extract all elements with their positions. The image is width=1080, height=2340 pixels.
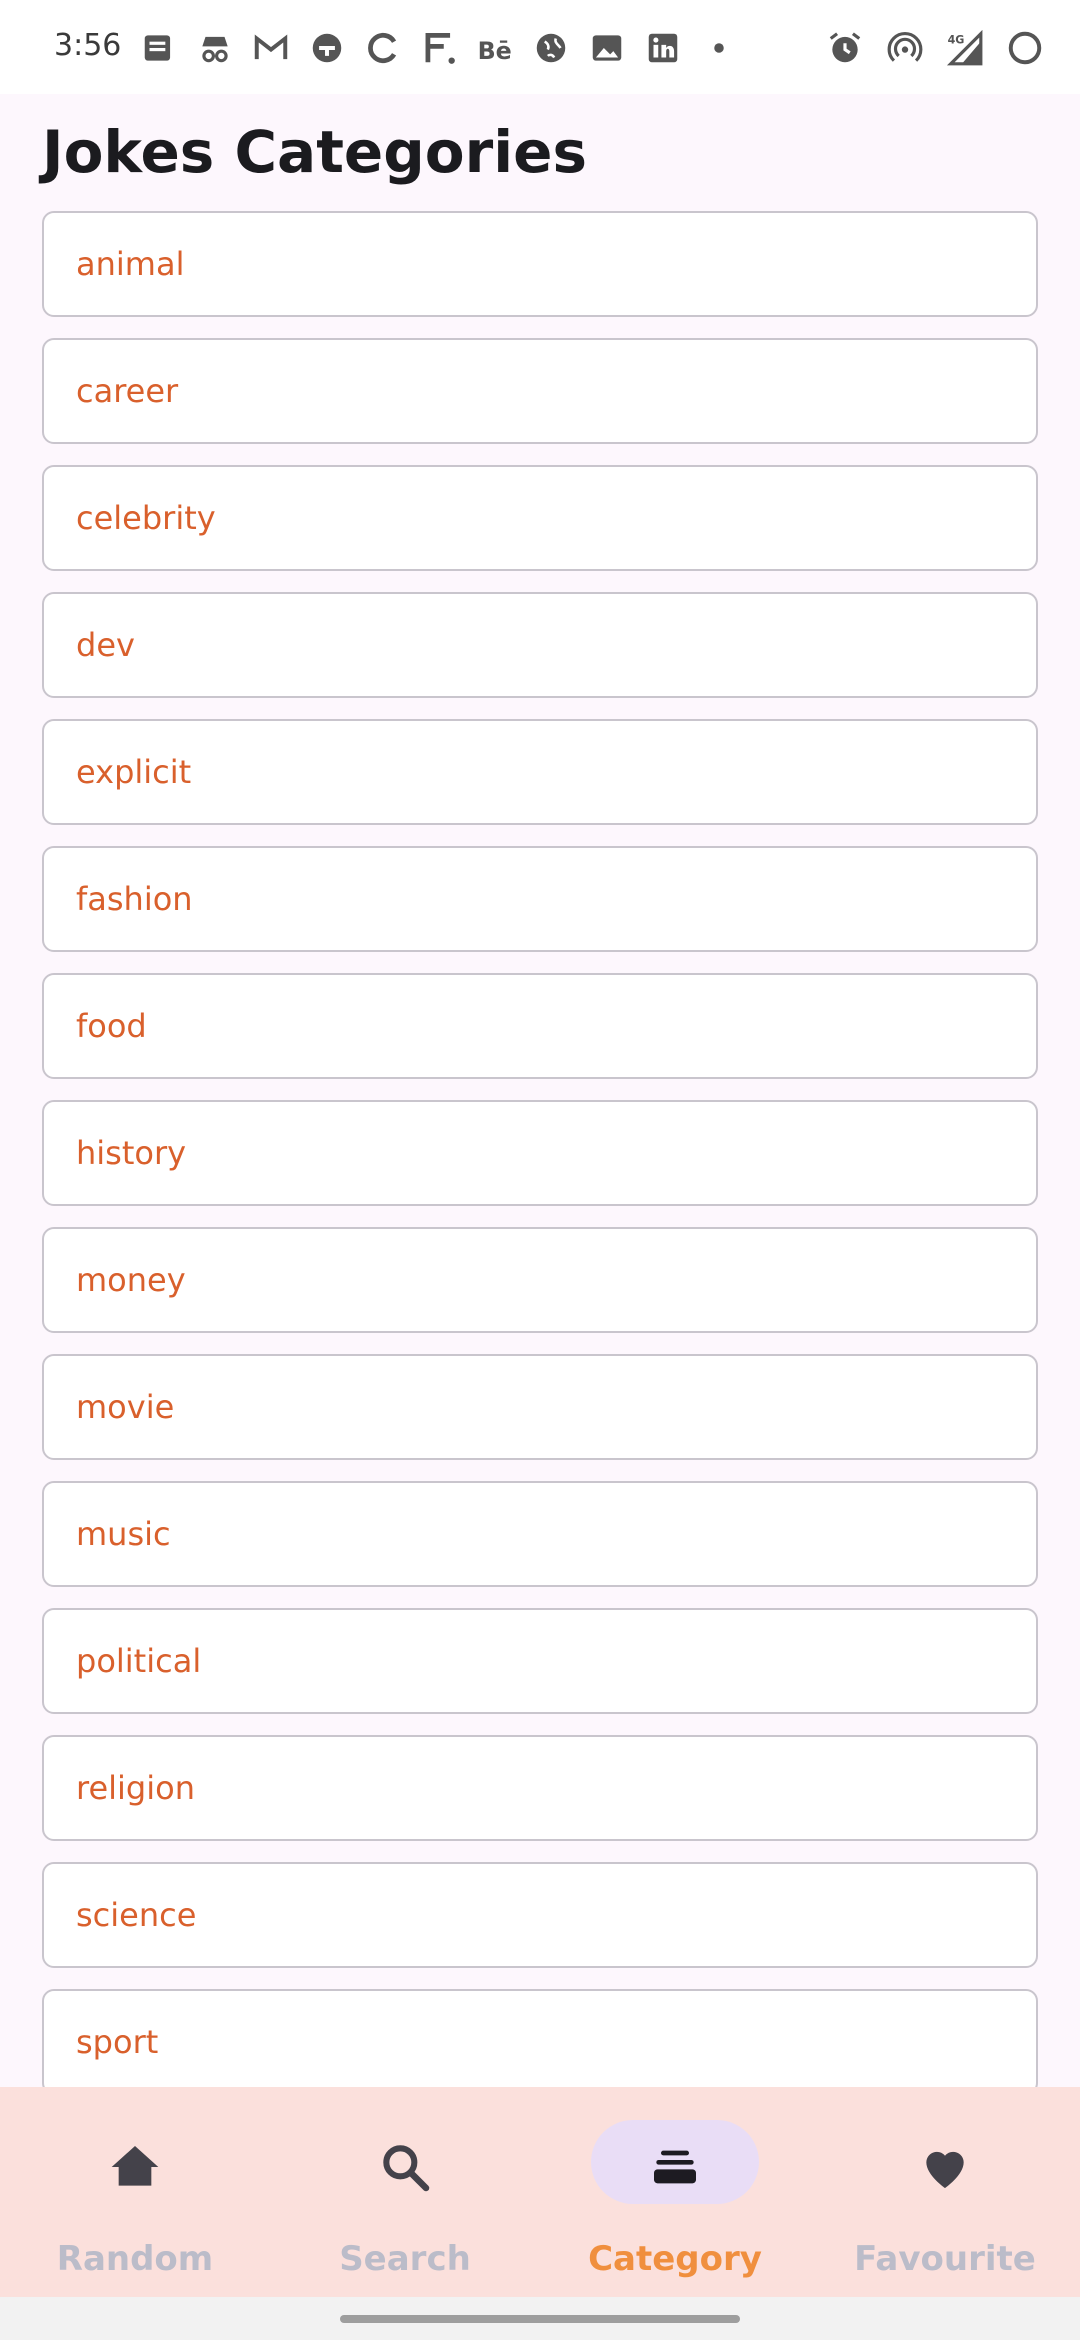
category-item[interactable]: money bbox=[42, 1227, 1038, 1333]
category-label: explicit bbox=[76, 753, 192, 791]
globe-icon bbox=[536, 33, 566, 63]
page-title: Jokes Categories bbox=[42, 118, 587, 186]
category-item[interactable]: movie bbox=[42, 1354, 1038, 1460]
nav-category[interactable]: Category bbox=[540, 2087, 810, 2297]
category-icon bbox=[654, 2150, 696, 2184]
gesture-handle[interactable] bbox=[340, 2315, 740, 2323]
category-item[interactable]: career bbox=[42, 338, 1038, 444]
category-item[interactable]: animal bbox=[42, 211, 1038, 317]
category-item[interactable]: dev bbox=[42, 592, 1038, 698]
gmail-icon bbox=[254, 34, 288, 60]
vpn-icon bbox=[312, 33, 342, 63]
category-label: sport bbox=[76, 2023, 159, 2061]
f-app-icon bbox=[425, 32, 455, 64]
category-label: political bbox=[76, 1642, 202, 1680]
nav-favourite[interactable]: Favourite bbox=[810, 2087, 1080, 2297]
category-label: dev bbox=[76, 626, 135, 664]
signal-4g-icon: 4G bbox=[946, 29, 983, 66]
home-icon bbox=[111, 2146, 159, 2186]
battery-icon bbox=[1008, 31, 1042, 65]
linkedin-icon bbox=[648, 33, 678, 63]
sync-icon bbox=[368, 33, 397, 63]
status-time: 3:56 bbox=[54, 28, 122, 63]
category-item[interactable]: sport bbox=[42, 1989, 1038, 2087]
category-item[interactable]: political bbox=[42, 1608, 1038, 1714]
category-label: history bbox=[76, 1134, 187, 1172]
dot-icon bbox=[714, 43, 724, 53]
notification-icons: Bē bbox=[140, 26, 738, 70]
category-list[interactable]: animal career celebrity dev explicit fashion f… bbox=[42, 211, 1038, 2087]
hotspot-icon bbox=[887, 32, 923, 62]
category-label: music bbox=[76, 1515, 171, 1553]
svg-text:Bē: Bē bbox=[478, 37, 512, 65]
network-type: 4G bbox=[948, 33, 965, 46]
behance-icon: Bē bbox=[478, 37, 512, 65]
nav-label: Favourite bbox=[854, 2239, 1036, 2279]
incognito-icon bbox=[202, 36, 228, 63]
category-label: science bbox=[76, 1896, 197, 1934]
nav-search[interactable]: Search bbox=[270, 2087, 540, 2297]
category-item[interactable]: explicit bbox=[42, 719, 1038, 825]
category-label: career bbox=[76, 372, 179, 410]
system-icons: 4G bbox=[826, 26, 1044, 70]
image-icon bbox=[592, 35, 622, 61]
category-label: food bbox=[76, 1007, 147, 1045]
alarm-icon bbox=[829, 32, 861, 63]
category-item[interactable]: fashion bbox=[42, 846, 1038, 952]
category-label: money bbox=[76, 1261, 186, 1299]
gesture-area bbox=[0, 2297, 1080, 2340]
nav-random[interactable]: Random bbox=[0, 2087, 270, 2297]
category-item[interactable]: food bbox=[42, 973, 1038, 1079]
category-item[interactable]: religion bbox=[42, 1735, 1038, 1841]
nav-label: Random bbox=[56, 2239, 214, 2279]
category-label: religion bbox=[76, 1769, 195, 1807]
search-icon bbox=[383, 2145, 430, 2192]
category-item[interactable]: celebrity bbox=[42, 465, 1038, 571]
category-item[interactable]: science bbox=[42, 1862, 1038, 1968]
category-label: fashion bbox=[76, 880, 193, 918]
nav-label: Category bbox=[588, 2239, 762, 2279]
category-item[interactable]: history bbox=[42, 1100, 1038, 1206]
news-icon bbox=[144, 35, 171, 61]
category-label: movie bbox=[76, 1388, 175, 1426]
heart-icon bbox=[926, 2151, 964, 2188]
category-label: animal bbox=[76, 245, 185, 283]
nav-label: Search bbox=[339, 2239, 471, 2279]
category-label: celebrity bbox=[76, 499, 216, 537]
status-bar: 3:56 Bē 4G bbox=[0, 0, 1080, 94]
bottom-navigation: Random Search Category Favourite bbox=[0, 2087, 1080, 2297]
category-item[interactable]: music bbox=[42, 1481, 1038, 1587]
